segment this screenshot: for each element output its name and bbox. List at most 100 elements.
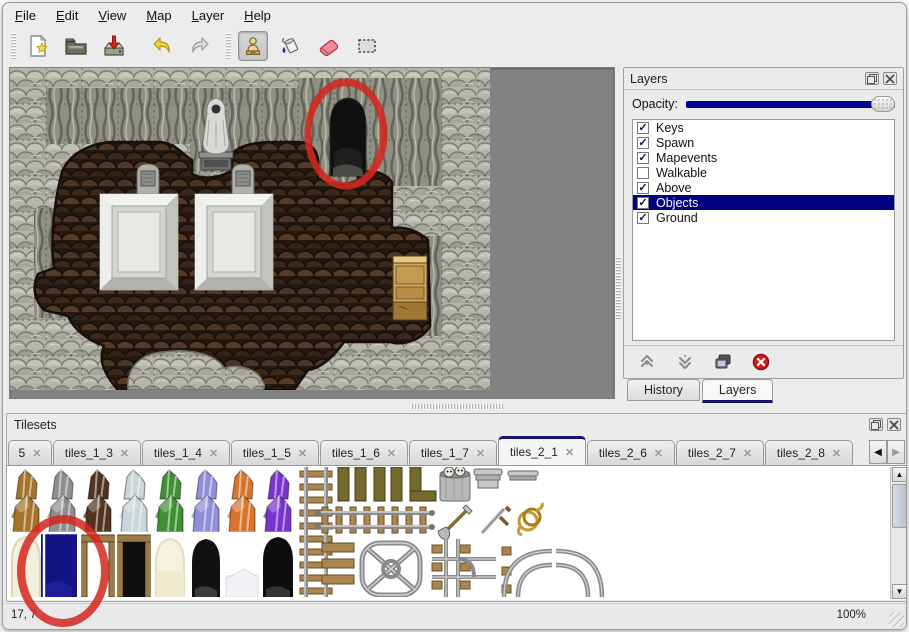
tileset-tab[interactable]: tiles_2_6 ✕ — [587, 440, 675, 465]
toolbar-grip[interactable] — [11, 33, 16, 59]
layer-visibility-checkbox[interactable]: ✓ — [637, 137, 649, 149]
tileset-render[interactable] — [8, 467, 888, 597]
scroll-down-button[interactable]: ▼ — [892, 584, 907, 599]
tab-scroll-right-button[interactable]: ▶ — [887, 440, 905, 464]
dock-tab[interactable]: History — [627, 379, 700, 401]
delete-layer-button[interactable] — [750, 351, 772, 373]
skull-pillar-tile[interactable] — [440, 467, 470, 501]
eraser-tool-button[interactable] — [314, 31, 344, 61]
move-layer-up-button[interactable] — [636, 351, 658, 373]
tileset-tab[interactable]: tiles_1_7 ✕ — [409, 440, 497, 465]
layer-row[interactable]: Walkable — [633, 165, 894, 180]
layer-row[interactable]: ✓ Ground — [633, 210, 894, 225]
select-rect-icon — [355, 34, 379, 58]
layer-visibility-checkbox[interactable]: ✓ — [637, 122, 649, 134]
move-layer-down-button[interactable] — [674, 351, 696, 373]
undo-button[interactable] — [147, 31, 177, 61]
chevron-down-icon — [676, 353, 694, 371]
layers-panel-title: Layers — [630, 72, 861, 86]
select-tool-button[interactable] — [352, 31, 382, 61]
toolbar — [3, 27, 906, 65]
delete-icon — [752, 353, 770, 371]
tileset-tab[interactable]: tiles_1_3 ✕ — [53, 440, 141, 465]
tab-close-icon[interactable]: ✕ — [387, 447, 396, 460]
tileset-view[interactable]: ▲ ▼ — [7, 465, 907, 600]
close-icon — [889, 420, 899, 430]
duplicate-layer-button[interactable] — [712, 351, 734, 373]
tileset-tab[interactable]: tiles_1_5 ✕ — [231, 440, 319, 465]
tab-close-icon[interactable]: ✕ — [832, 447, 841, 460]
menu-item[interactable]: Edit — [56, 8, 78, 23]
tileset-scrollbar[interactable]: ▲ ▼ — [890, 467, 907, 599]
dock-tab[interactable]: Layers — [702, 379, 774, 403]
stamp-icon — [241, 34, 265, 58]
layer-visibility-checkbox[interactable]: ✓ — [637, 212, 649, 224]
layer-row[interactable]: ✓ Above — [633, 180, 894, 195]
layer-row[interactable]: ✓ Keys — [633, 120, 894, 135]
float-icon — [871, 420, 881, 430]
menubar: File Edit View Map Layer Help — [3, 3, 906, 27]
opacity-slider-handle[interactable] — [871, 96, 895, 112]
menu-item[interactable]: File — [15, 8, 36, 23]
toolbar-grip[interactable] — [226, 33, 231, 59]
layer-row[interactable]: ✓ Spawn — [633, 135, 894, 150]
tileset-tab[interactable]: tiles_2_1 ✕ — [498, 436, 586, 465]
opacity-slider[interactable] — [686, 96, 895, 112]
altar-platform-left — [100, 194, 178, 290]
float-panel-button[interactable] — [865, 72, 879, 85]
tileset-tab[interactable]: tiles_1_6 ✕ — [320, 440, 408, 465]
tab-close-icon[interactable]: ✕ — [476, 447, 485, 460]
crate-object — [393, 256, 427, 320]
tab-close-icon[interactable]: ✕ — [565, 446, 574, 459]
layer-name: Ground — [656, 211, 698, 225]
tileset-tab[interactable]: 5 ✕ — [8, 440, 52, 465]
map-canvas[interactable] — [9, 67, 615, 399]
menu-item[interactable]: Map — [146, 8, 171, 23]
scroll-up-button[interactable]: ▲ — [892, 467, 907, 482]
tab-close-icon[interactable]: ✕ — [743, 447, 752, 460]
tab-close-icon[interactable]: ✕ — [654, 447, 663, 460]
vertical-splitter[interactable] — [615, 67, 623, 399]
window-resize-grip[interactable] — [889, 612, 904, 627]
altar-platform-right — [195, 194, 273, 290]
layer-name: Above — [656, 181, 691, 195]
rail-plank-tile[interactable] — [322, 543, 354, 584]
map-render[interactable] — [10, 68, 490, 390]
tileset-tab[interactable]: tiles_2_8 ✕ — [765, 440, 853, 465]
layer-row[interactable]: ✓ Mapevents — [633, 150, 894, 165]
open-file-button[interactable] — [61, 31, 91, 61]
close-icon — [885, 74, 895, 84]
menu-item[interactable]: Layer — [192, 8, 225, 23]
layer-visibility-checkbox[interactable] — [637, 167, 649, 179]
stamp-tool-button[interactable] — [238, 31, 268, 61]
eraser-icon — [317, 34, 341, 58]
float-panel-button[interactable] — [869, 418, 883, 431]
redo-button[interactable] — [185, 31, 215, 61]
layer-visibility-checkbox[interactable]: ✓ — [637, 197, 649, 209]
tileset-tab[interactable]: tiles_1_4 ✕ — [142, 440, 230, 465]
tab-close-icon[interactable]: ✕ — [120, 447, 129, 460]
tab-close-icon[interactable]: ✕ — [209, 447, 218, 460]
tileset-tab-label: 5 — [19, 446, 26, 460]
tileset-tab[interactable]: tiles_2_7 ✕ — [676, 440, 764, 465]
close-panel-button[interactable] — [883, 72, 897, 85]
fill-tool-button[interactable] — [276, 31, 306, 61]
redo-icon — [188, 34, 212, 58]
layer-visibility-checkbox[interactable]: ✓ — [637, 182, 649, 194]
menu-item[interactable]: Help — [244, 8, 271, 23]
save-file-button[interactable] — [99, 31, 129, 61]
layer-name: Keys — [656, 121, 684, 135]
new-file-button[interactable] — [23, 31, 53, 61]
layer-row[interactable]: ✓ Objects — [633, 195, 894, 210]
app-window: File Edit View Map Layer Help — [2, 2, 907, 630]
menu-item[interactable]: View — [98, 8, 126, 23]
layer-visibility-checkbox[interactable]: ✓ — [637, 152, 649, 164]
close-panel-button[interactable] — [887, 418, 901, 431]
scrollbar-thumb[interactable] — [892, 484, 907, 528]
layer-list[interactable]: ✓ Keys ✓ Spawn ✓ Mapevents Walkable ✓ Ab… — [632, 119, 895, 341]
fill-bucket-icon — [279, 34, 303, 58]
layer-name: Spawn — [656, 136, 694, 150]
tab-close-icon[interactable]: ✕ — [298, 447, 307, 460]
tab-scroll-left-button[interactable]: ◀ — [869, 440, 887, 464]
tab-close-icon[interactable]: ✕ — [32, 447, 41, 460]
